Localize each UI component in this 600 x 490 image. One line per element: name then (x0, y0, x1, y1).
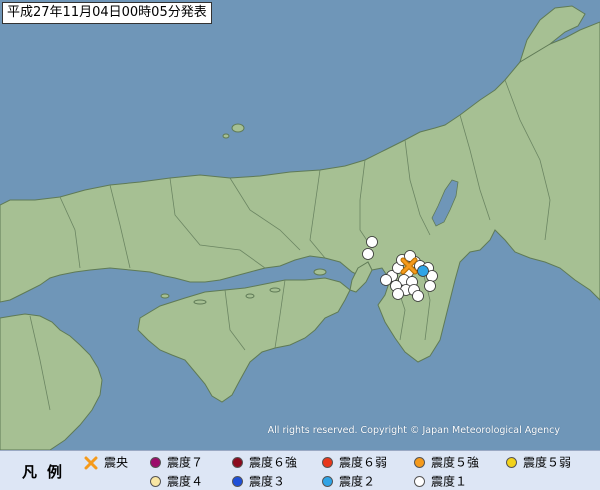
island-inland-2 (245, 293, 255, 299)
island-inland-1 (269, 287, 281, 293)
legend-label: 震度５弱 (523, 455, 572, 470)
intensity-1-marker (362, 248, 374, 260)
legend-item-intensity-7: 震度７ (150, 453, 203, 471)
island-oki (231, 123, 245, 133)
legend-item-intensity-3: 震度３ (232, 472, 285, 490)
legend-item-intensity-6-upper: 震度６強 (232, 453, 297, 471)
intensity-2-marker (417, 265, 429, 277)
legend-item-intensity-2: 震度２ (322, 472, 375, 490)
circle-icon (322, 457, 333, 468)
circle-icon (150, 476, 161, 487)
map-canvas (0, 0, 600, 450)
intensity-1-marker (380, 274, 392, 286)
legend-label: 震度３ (249, 474, 286, 489)
circle-icon (322, 476, 333, 487)
circle-icon (150, 457, 161, 468)
intensity-1-marker (424, 280, 436, 292)
island-inland-3 (193, 299, 207, 305)
legend-heading: 凡例 (22, 463, 73, 481)
intensity-1-marker (366, 236, 378, 248)
legend-item-intensity-5-upper: 震度５強 (414, 453, 479, 471)
circle-icon (232, 476, 243, 487)
intensity-1-marker (412, 290, 424, 302)
island-oki-2 (222, 133, 230, 139)
copyright-notice: All rights reserved. Copyright © Japan M… (267, 425, 560, 436)
epicenter-x-icon (84, 456, 98, 469)
legend-label: 震度１ (431, 474, 468, 489)
circle-icon (506, 457, 517, 468)
legend-item-intensity-4: 震度４ (150, 472, 203, 490)
legend-item-epicenter: 震央 (84, 453, 128, 471)
map-window: 平成27年11月04日00時05分発表 All rights reserved.… (0, 0, 600, 490)
legend-item-intensity-5-lower: 震度５弱 (506, 453, 571, 471)
legend-panel: 凡例 震央 震度７ 震度６強 震度６弱 震度５強 震度５弱 震度４ 震度３ 震度… (0, 450, 600, 490)
island-inland-4 (160, 293, 170, 299)
legend-label: 震度５強 (431, 455, 480, 470)
circle-icon (414, 457, 425, 468)
legend-label: 震度７ (167, 455, 204, 470)
legend-label: 震度６強 (249, 455, 298, 470)
legend-label: 震度４ (167, 474, 204, 489)
intensity-1-marker (392, 288, 404, 300)
legend-label: 震度６弱 (339, 455, 388, 470)
circle-icon (414, 476, 425, 487)
legend-item-intensity-6-lower: 震度６弱 (322, 453, 387, 471)
legend-label: 震央 (104, 455, 129, 470)
circle-icon (232, 457, 243, 468)
legend-label: 震度２ (339, 474, 376, 489)
island-shodoshima (313, 268, 327, 276)
issue-time-title: 平成27年11月04日00時05分発表 (2, 2, 212, 24)
legend-item-intensity-1: 震度１ (414, 472, 467, 490)
